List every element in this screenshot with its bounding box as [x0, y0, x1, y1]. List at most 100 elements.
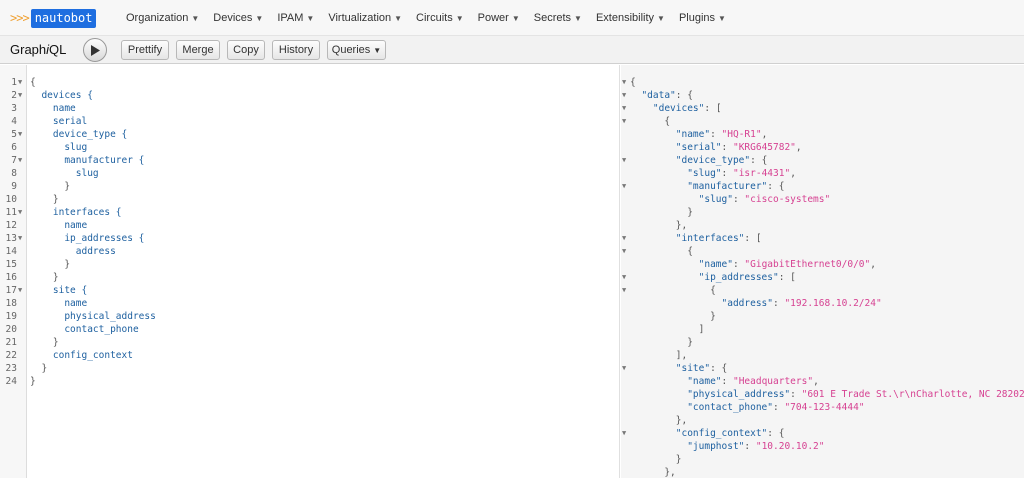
chevron-down-icon: ▼ — [718, 14, 726, 23]
result-key: "contact_phone" — [687, 402, 773, 413]
query-line: 22 config_context — [0, 349, 600, 362]
result-value: "HQ-R1" — [721, 129, 762, 140]
result-line: ▼ "data": { — [621, 89, 1021, 102]
query-code-text: interfaces { — [30, 207, 122, 218]
result-sep: : — [767, 428, 779, 439]
nav-item-label: Devices — [213, 12, 253, 24]
query-line: 24} — [0, 375, 600, 388]
result-indent — [630, 337, 687, 348]
fold-toggle-icon[interactable]: ▼ — [622, 76, 626, 89]
result-key: "ip_addresses" — [698, 272, 779, 283]
result-viewer[interactable]: ▼{▼ "data": {▼ "devices": [▼ { "name": "… — [621, 65, 1024, 478]
execute-query-button[interactable] — [83, 38, 107, 62]
result-tail: { — [664, 116, 671, 127]
line-number: 17 — [5, 285, 17, 296]
query-code-text: name — [30, 103, 76, 114]
graphiql-title: GraphiQL — [10, 42, 66, 57]
fold-toggle-icon[interactable]: ▼ — [18, 206, 22, 219]
result-tail: ], — [675, 350, 688, 361]
result-sep: : — [773, 298, 785, 309]
result-key: "name" — [698, 259, 733, 270]
fold-toggle-icon[interactable]: ▼ — [622, 89, 626, 102]
nav-item-secrets[interactable]: Secrets ▼ — [534, 12, 582, 24]
result-key: "address" — [721, 298, 773, 309]
chevron-down-icon: ▼ — [306, 14, 315, 23]
result-line: ▼ "site": { — [621, 362, 1021, 375]
fold-toggle-icon[interactable]: ▼ — [18, 89, 22, 102]
result-sep: : — [721, 142, 733, 153]
result-line: ▼ "ip_addresses": [ — [621, 271, 1021, 284]
fold-toggle-icon[interactable]: ▼ — [18, 76, 22, 89]
history-button[interactable]: History — [272, 40, 320, 60]
line-number: 4 — [11, 116, 17, 127]
fold-toggle-icon[interactable]: ▼ — [622, 245, 626, 258]
result-indent — [630, 402, 687, 413]
chevron-down-icon: ▼ — [455, 14, 464, 23]
nautobot-logo[interactable]: >>> nautobot — [10, 8, 97, 28]
fold-toggle-icon[interactable]: ▼ — [18, 128, 22, 141]
result-line: "serial": "KRG645782", — [621, 141, 1021, 154]
line-number: 20 — [5, 324, 17, 335]
query-code-text: address — [30, 246, 116, 257]
fold-toggle-icon[interactable]: ▼ — [18, 284, 22, 297]
result-tail: , — [795, 142, 802, 153]
result-line: ▼ "manufacturer": { — [621, 180, 1021, 193]
query-code-text: manufacturer { — [30, 155, 145, 166]
result-sep: : — [790, 389, 802, 400]
query-code-text: } — [30, 376, 36, 387]
query-line: 15 } — [0, 258, 600, 271]
result-key: "slug" — [698, 194, 733, 205]
fold-toggle-icon[interactable]: ▼ — [622, 284, 626, 297]
result-key: "data" — [641, 90, 676, 101]
fold-toggle-icon[interactable]: ▼ — [622, 154, 626, 167]
queries-dropdown[interactable]: Queries ▼ — [327, 40, 386, 60]
merge-button[interactable]: Merge — [176, 40, 220, 60]
result-key: "interfaces" — [675, 233, 745, 244]
nav-item-extensibility[interactable]: Extensibility ▼ — [596, 12, 665, 24]
query-line: 9 } — [0, 180, 600, 193]
query-line: 5 ▼ device_type { — [0, 128, 600, 141]
fold-toggle-icon[interactable]: ▼ — [622, 115, 626, 128]
result-indent — [630, 285, 710, 296]
nav-item-circuits[interactable]: Circuits ▼ — [416, 12, 464, 24]
nav-item-ipam[interactable]: IPAM ▼ — [277, 12, 314, 24]
result-indent — [630, 363, 676, 374]
nav-item-virtualization[interactable]: Virtualization ▼ — [328, 12, 402, 24]
fold-toggle-icon[interactable]: ▼ — [622, 102, 626, 115]
fold-toggle-icon[interactable]: ▼ — [18, 232, 22, 245]
result-line: ▼ { — [621, 284, 1021, 297]
result-line: ▼ { — [621, 245, 1021, 258]
query-code-text: } — [30, 181, 71, 192]
result-key: "devices" — [652, 103, 705, 114]
result-value: "10.20.10.2" — [755, 441, 825, 452]
result-indent — [630, 272, 699, 283]
chevron-down-icon: ▼ — [191, 14, 200, 23]
nav-item-devices[interactable]: Devices ▼ — [213, 12, 263, 24]
nav-item-organization[interactable]: Organization ▼ — [126, 12, 199, 24]
fold-toggle-icon[interactable]: ▼ — [18, 154, 22, 167]
query-line: 18 name — [0, 297, 600, 310]
result-tail: }, — [675, 220, 688, 231]
result-indent — [630, 389, 687, 400]
title-suffix: QL — [49, 42, 67, 57]
query-editor[interactable]: 1 ▼{2 ▼ devices {3 name 4 serial 5 ▼ device_t… — [0, 65, 620, 478]
query-line: 11 ▼ interfaces { — [0, 206, 600, 219]
line-number: 2 — [11, 90, 17, 101]
result-indent — [630, 298, 722, 309]
fold-toggle-icon[interactable]: ▼ — [622, 232, 626, 245]
result-tail: { — [630, 77, 636, 88]
fold-toggle-icon[interactable]: ▼ — [622, 180, 626, 193]
result-sep: : — [732, 194, 745, 205]
nav-item-label: Extensibility — [595, 12, 655, 24]
result-tail: ] — [698, 324, 705, 335]
prettify-button[interactable]: Prettify — [121, 40, 169, 60]
nav-item-plugins[interactable]: Plugins ▼ — [679, 12, 726, 24]
result-indent — [630, 90, 641, 101]
fold-toggle-icon[interactable]: ▼ — [622, 362, 626, 375]
nav-item-power[interactable]: Power ▼ — [478, 12, 520, 24]
line-number: 1 — [11, 77, 17, 88]
result-key: "name" — [687, 376, 722, 387]
fold-toggle-icon[interactable]: ▼ — [622, 271, 626, 284]
copy-button[interactable]: Copy — [227, 40, 265, 60]
fold-toggle-icon[interactable]: ▼ — [622, 427, 626, 440]
